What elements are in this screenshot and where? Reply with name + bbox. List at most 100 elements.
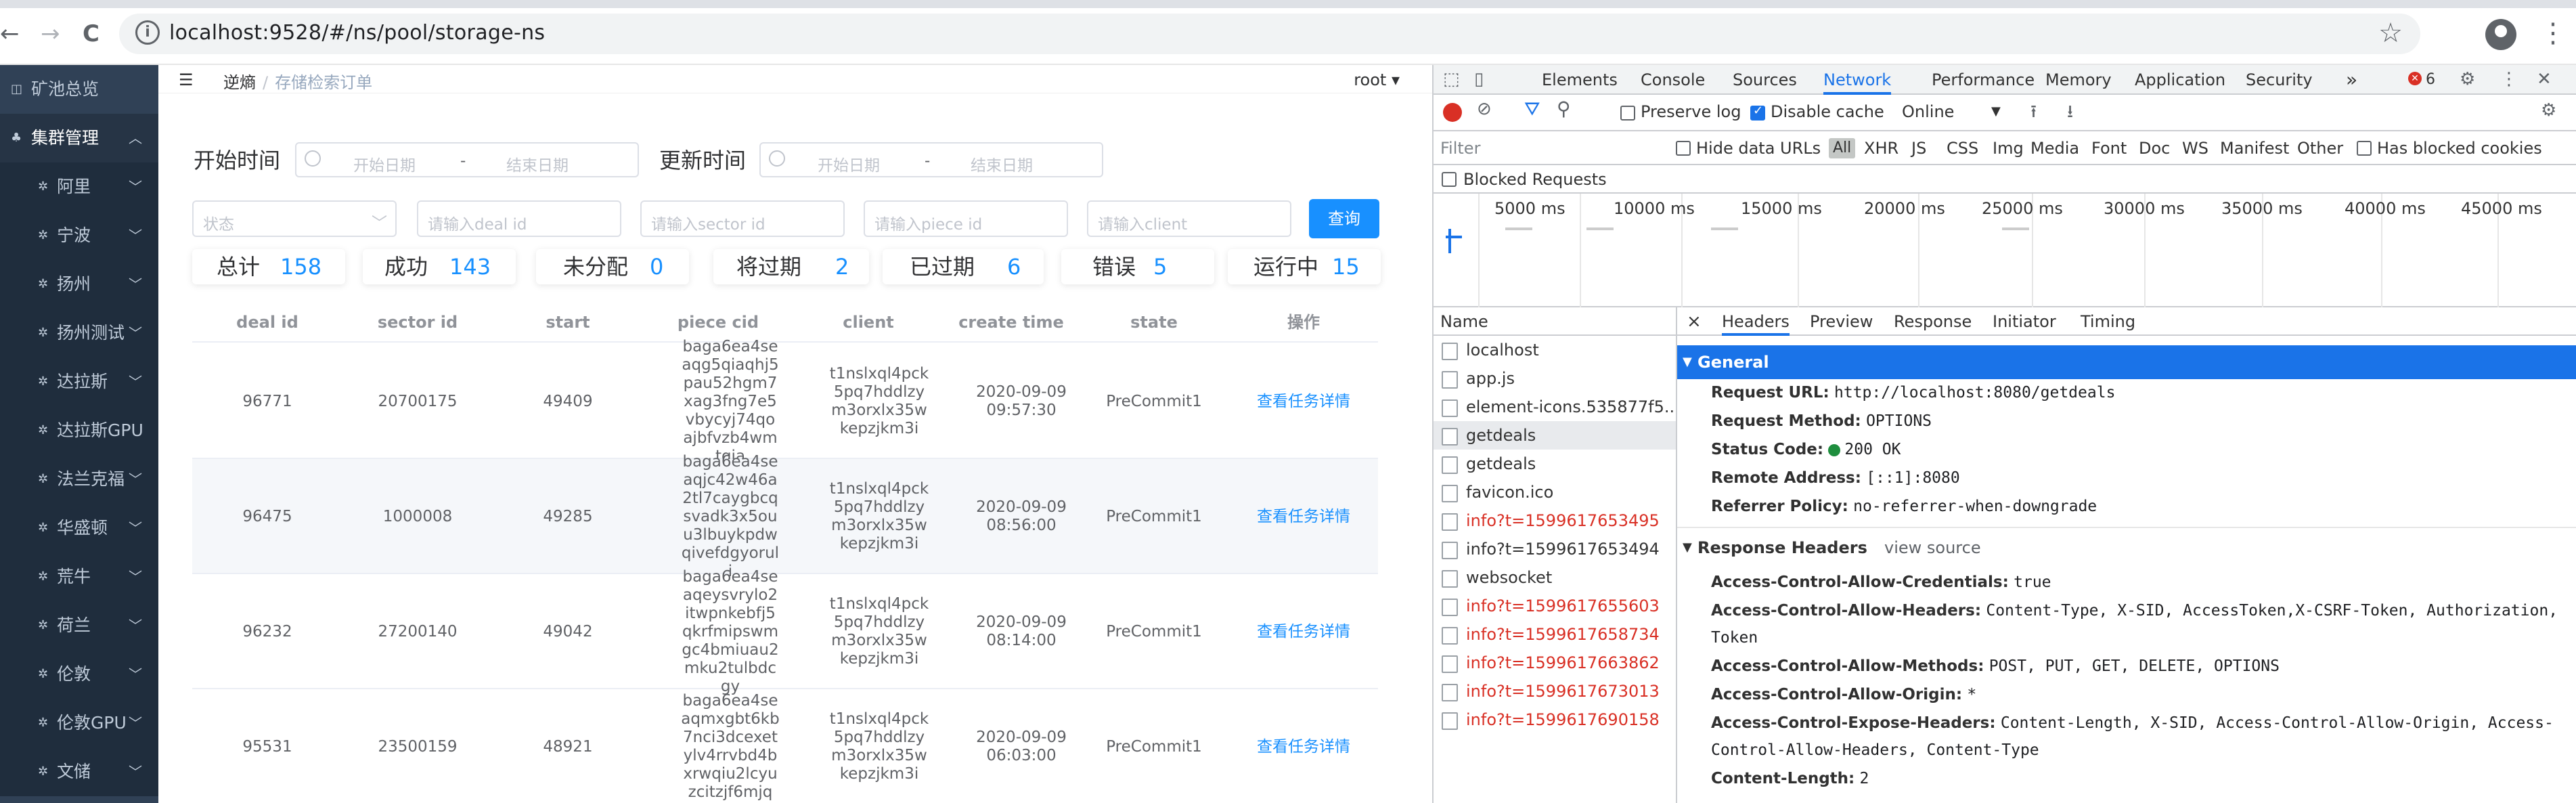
hide-data-urls-checkbox[interactable]	[1676, 141, 1691, 156]
general-section-header[interactable]: ▼ General	[1677, 345, 2576, 379]
throttle-dropdown-icon[interactable]: ▼	[1991, 95, 2001, 129]
name-column-header[interactable]: Name	[1434, 307, 1676, 336]
deal-id-input[interactable]: 请输入deal id	[417, 200, 621, 237]
start-date-range[interactable]: 开始日期 - 结束日期	[295, 142, 639, 177]
sidebar-subitem[interactable]: ✲ 达拉斯GPU	[0, 406, 158, 455]
filter-icon[interactable]: ⛛	[1524, 97, 1540, 121]
sidebar-subitem[interactable]: ✲ 法兰克福 ﹀	[0, 455, 158, 504]
type-filter-manifest[interactable]: Manifest	[2220, 131, 2289, 165]
url-text[interactable]: localhost:9528/#/ns/pool/storage-ns	[169, 21, 545, 45]
tab-timing[interactable]: Timing	[2081, 307, 2135, 336]
request-row[interactable]: element-icons.535877f5....	[1434, 393, 1676, 421]
throttling-select[interactable]: Online	[1902, 95, 1954, 129]
type-filter-img[interactable]: Img	[1993, 131, 2024, 165]
request-row[interactable]: info?t=1599617653495	[1434, 506, 1676, 535]
sidebar-subitem[interactable]: ✲ 伦敦GPU ﹀	[0, 699, 158, 747]
view-source-link[interactable]: view source	[1884, 531, 1981, 565]
col-start[interactable]: start	[493, 302, 643, 343]
tab-elements[interactable]: Elements	[1542, 65, 1618, 95]
sidebar-subitem[interactable]: ✲ 荷兰 ﹀	[0, 601, 158, 650]
sidebar-subitem[interactable]: ✲ 宁波 ﹀	[0, 211, 158, 260]
request-row-selected[interactable]: getdeals	[1434, 421, 1676, 450]
error-count[interactable]: 6	[2426, 65, 2435, 95]
request-row[interactable]: info?t=1599617653494	[1434, 535, 1676, 563]
client-input[interactable]: 请输入client	[1087, 200, 1291, 237]
type-filter-other[interactable]: Other	[2297, 131, 2343, 165]
tab-response[interactable]: Response	[1894, 307, 1972, 336]
disable-cache-checkbox[interactable]	[1750, 104, 1765, 121]
tab-memory[interactable]: Memory	[2045, 65, 2112, 95]
reload-icon[interactable]: C	[83, 20, 99, 47]
hamburger-icon[interactable]: ☰	[179, 70, 194, 89]
bookmark-star-icon[interactable]: ☆	[2378, 18, 2403, 49]
type-filter-ws[interactable]: WS	[2182, 131, 2208, 165]
view-task-detail-link[interactable]: 查看任务详情	[1257, 508, 1350, 526]
request-row[interactable]: getdeals	[1434, 450, 1676, 478]
site-info-icon[interactable]: i	[135, 20, 160, 45]
close-icon[interactable]: ✕	[2537, 69, 2552, 89]
sector-id-input[interactable]: 请输入sector id	[640, 200, 845, 237]
blocked-requests-checkbox[interactable]	[1442, 172, 1457, 187]
request-row[interactable]: info?t=1599617690158	[1434, 706, 1676, 734]
type-filter-doc[interactable]: Doc	[2139, 131, 2170, 165]
type-filter-css[interactable]: CSS	[1947, 131, 1978, 165]
status-select[interactable]: 状态 ﹀	[192, 200, 397, 237]
col-state[interactable]: state	[1079, 302, 1229, 343]
clear-icon[interactable]: ⊘	[1477, 99, 1492, 119]
update-date-range[interactable]: 开始日期 - 结束日期	[759, 142, 1103, 177]
error-badge-icon[interactable]: ✕	[2408, 72, 2422, 85]
request-row[interactable]: info?t=1599617673013	[1434, 677, 1676, 706]
request-row[interactable]: info?t=1599617658734	[1434, 620, 1676, 649]
tab-network[interactable]: Network	[1823, 65, 1892, 95]
col-create-time[interactable]: create time	[943, 302, 1079, 343]
gear-icon[interactable]: ⚙	[2460, 69, 2475, 89]
tab-preview[interactable]: Preview	[1810, 307, 1873, 336]
sidebar-item-cluster[interactable]: ♣ 集群管理 ︿	[0, 114, 158, 162]
view-task-detail-link[interactable]: 查看任务详情	[1257, 393, 1350, 411]
has-blocked-cookies-checkbox[interactable]	[2357, 141, 2372, 156]
search-icon[interactable]: ⚲	[1557, 97, 1571, 120]
sidebar-subitem[interactable]: ✲ 荒牛 ﹀	[0, 552, 158, 601]
sidebar-subitem[interactable]: ✲ 阿里 ﹀	[0, 162, 158, 211]
sidebar-subitem[interactable]: ✲ 扬州 ﹀	[0, 260, 158, 309]
col-piece-cid[interactable]: piece cid	[643, 302, 793, 343]
sidebar-subitem[interactable]: ✲ 文储 ﹀	[0, 747, 158, 796]
sidebar-item-overview[interactable]: ◫ 矿池总览	[0, 65, 158, 114]
preserve-log-checkbox[interactable]	[1620, 106, 1635, 121]
import-har-icon[interactable]: ⭱	[2030, 99, 2037, 129]
address-bar[interactable]: i localhost:9528/#/ns/pool/storage-ns ☆	[119, 14, 2420, 54]
export-har-icon[interactable]: ⭳	[2067, 99, 2073, 129]
view-task-detail-link[interactable]: 查看任务详情	[1257, 738, 1350, 756]
request-row[interactable]: localhost	[1434, 336, 1676, 364]
more-tabs-icon[interactable]: »	[2346, 65, 2357, 95]
browser-menu-icon[interactable]: ⋮	[2539, 15, 2567, 51]
user-menu[interactable]: root ▾	[1354, 70, 1400, 89]
sidebar-subitem[interactable]: ✲ 华盛顿 ﹀	[0, 504, 158, 552]
query-button[interactable]: 查询	[1309, 199, 1379, 238]
request-row[interactable]: info?t=1599617663862	[1434, 649, 1676, 677]
type-filter-font[interactable]: Font	[2091, 131, 2127, 165]
tab-application[interactable]: Application	[2135, 65, 2225, 95]
device-toolbar-icon[interactable]: ▯	[1474, 69, 1484, 89]
col-client[interactable]: client	[793, 302, 943, 343]
type-filter-media[interactable]: Media	[2030, 131, 2079, 165]
type-filter-js[interactable]: JS	[1911, 131, 1926, 165]
piece-id-input[interactable]: 请输入piece id	[864, 200, 1068, 237]
tab-console[interactable]: Console	[1641, 65, 1705, 95]
request-row[interactable]: info?t=1599617655603	[1434, 592, 1676, 620]
breadcrumb-item[interactable]: 逆熵	[223, 73, 256, 92]
sidebar-subitem[interactable]: ✲ 达拉斯 ﹀	[0, 357, 158, 406]
tab-sources[interactable]: Sources	[1733, 65, 1797, 95]
sidebar-subitem[interactable]: ✲ 扬州测试 ﹀	[0, 309, 158, 357]
forward-icon[interactable]: →	[41, 20, 60, 47]
col-sector-id[interactable]: sector id	[342, 302, 493, 343]
network-settings-gear-icon[interactable]: ⚙	[2541, 100, 2556, 121]
network-overview-timeline[interactable]: 5000 ms 10000 ms 15000 ms 20000 ms 25000…	[1434, 194, 2576, 307]
request-row[interactable]: favicon.ico	[1434, 478, 1676, 506]
sidebar-subitem[interactable]: ✲ 伦敦 ﹀	[0, 650, 158, 699]
type-filter-all[interactable]: All	[1829, 138, 1856, 158]
back-icon[interactable]: ←	[0, 20, 20, 47]
filter-input[interactable]: Filter	[1440, 131, 1480, 165]
type-filter-xhr[interactable]: XHR	[1864, 131, 1898, 165]
kebab-menu-icon[interactable]: ⋮	[2500, 69, 2518, 89]
